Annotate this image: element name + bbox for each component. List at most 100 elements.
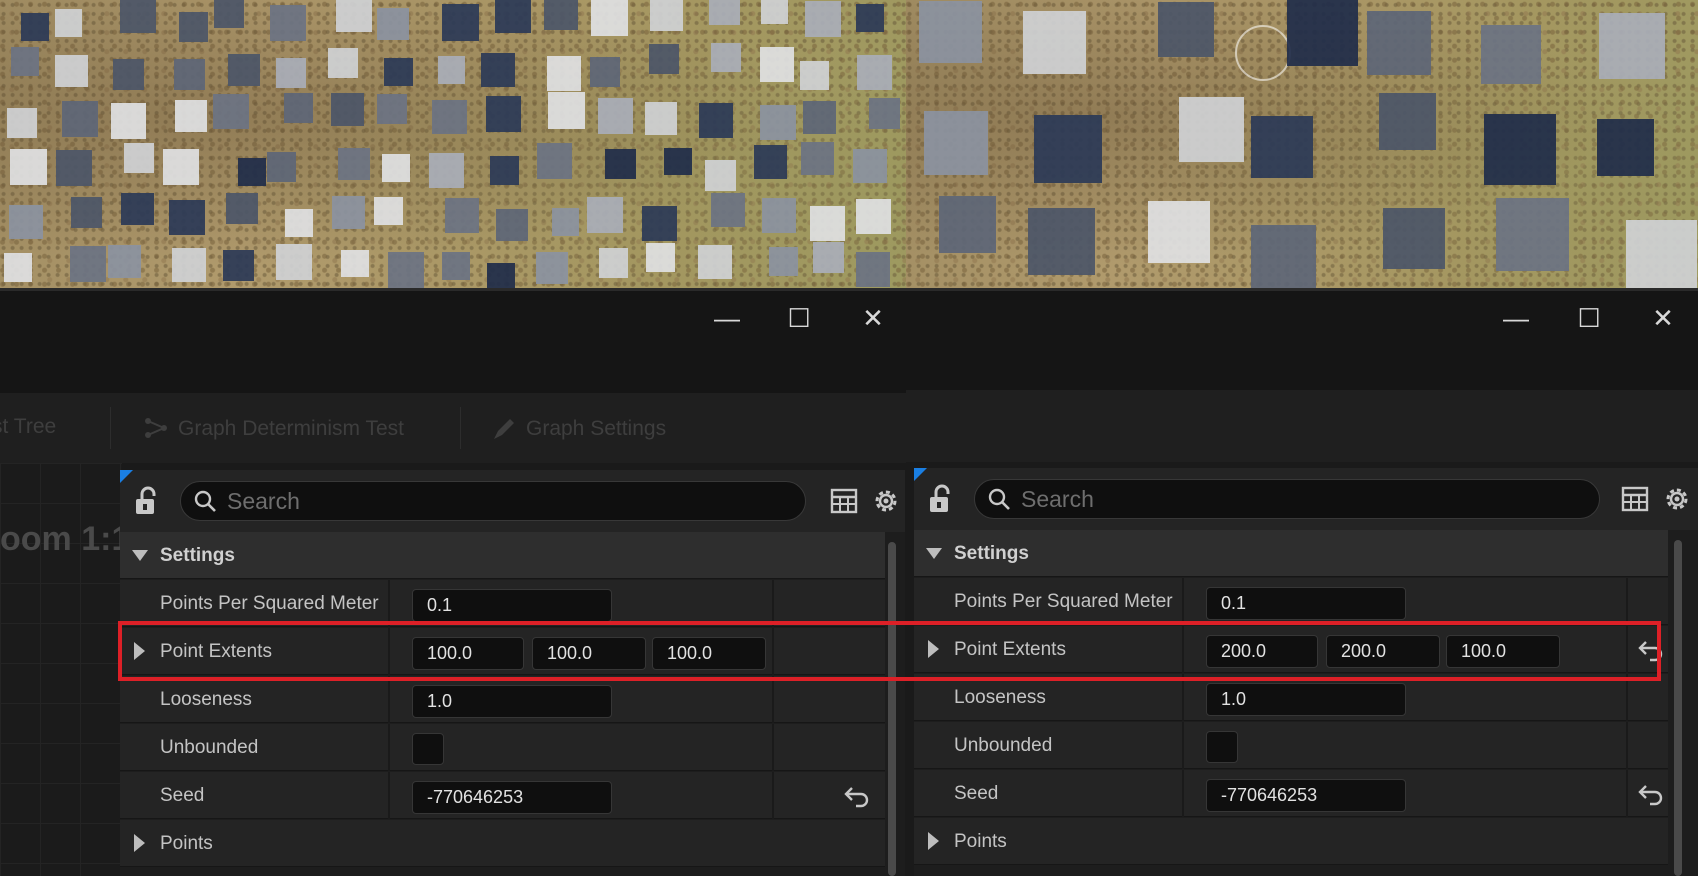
- column-divider: [1182, 722, 1184, 769]
- points-per-squared-meter-field[interactable]: 0.1: [412, 589, 612, 622]
- placed-point-cube: [1027, 208, 1095, 276]
- column-divider: [388, 724, 390, 771]
- close-icon[interactable]: ✕: [856, 301, 890, 335]
- viewport-ground-right[interactable]: [906, 0, 1698, 291]
- placed-point-cube: [939, 196, 996, 253]
- minimize-icon[interactable]: —: [1499, 301, 1533, 335]
- placed-point-cube: [340, 249, 369, 278]
- reset-to-default-icon[interactable]: [844, 784, 870, 808]
- maximize-icon[interactable]: ☐: [1572, 301, 1606, 335]
- placed-point-cube: [1251, 224, 1316, 289]
- placed-point-cube: [855, 198, 892, 235]
- editor-toolbar: st Tree Graph Determinism Test Graph Set…: [0, 393, 906, 463]
- property-label: Seed: [954, 783, 999, 804]
- tab-test-tree[interactable]: st Tree: [0, 415, 56, 439]
- row-seed: Seed -770646253: [120, 772, 885, 819]
- chevron-down-icon[interactable]: [926, 548, 942, 559]
- search-input[interactable]: [1021, 485, 1521, 513]
- unlock-icon[interactable]: [928, 484, 954, 514]
- placed-point-cube: [276, 57, 307, 88]
- placed-point-cube: [800, 61, 829, 90]
- column-divider: [1626, 674, 1628, 721]
- point-extents-z-field[interactable]: 100.0: [1446, 635, 1560, 668]
- chevron-right-icon[interactable]: [134, 834, 145, 852]
- table-view-icon[interactable]: [1620, 484, 1650, 514]
- placed-point-cube: [698, 103, 734, 138]
- reset-to-default-icon[interactable]: [1638, 638, 1664, 662]
- seed-field[interactable]: -770646253: [1206, 779, 1406, 812]
- section-title: Settings: [160, 545, 235, 566]
- placed-point-cube: [487, 263, 516, 291]
- placed-point-cube: [856, 4, 885, 33]
- placed-point-cube: [172, 248, 206, 282]
- looseness-field[interactable]: 1.0: [412, 685, 612, 718]
- search-box[interactable]: [974, 479, 1600, 519]
- details-scrollbar[interactable]: [1672, 534, 1684, 876]
- chevron-right-icon[interactable]: [134, 642, 145, 660]
- tab-graph-determinism-test[interactable]: Graph Determinism Test: [142, 415, 404, 443]
- placed-point-cube: [642, 206, 677, 241]
- seed-field[interactable]: -770646253: [412, 781, 612, 814]
- placed-point-cube: [649, 43, 680, 75]
- point-extents-y-field[interactable]: 100.0: [532, 637, 646, 670]
- placed-point-cube: [8, 204, 43, 240]
- column-divider: [1626, 722, 1628, 769]
- search-box[interactable]: [180, 481, 806, 521]
- placed-point-cube: [496, 209, 528, 241]
- point-extents-x-field[interactable]: 100.0: [412, 637, 524, 670]
- looseness-field[interactable]: 1.0: [1206, 683, 1406, 716]
- section-settings[interactable]: Settings: [914, 530, 1668, 577]
- placed-point-cube: [1598, 12, 1666, 80]
- section-title: Points: [160, 833, 213, 854]
- point-extents-x-field[interactable]: 200.0: [1206, 635, 1318, 668]
- panel-corner-marker: [120, 470, 133, 483]
- details-scrollbar[interactable]: [886, 536, 898, 876]
- points-per-squared-meter-field[interactable]: 0.1: [1206, 587, 1406, 620]
- placed-point-cube: [228, 54, 261, 87]
- chevron-down-icon[interactable]: [132, 550, 148, 561]
- chevron-right-icon[interactable]: [928, 640, 939, 658]
- placed-point-cube: [163, 148, 199, 185]
- column-divider: [1626, 578, 1628, 625]
- placed-point-cube: [709, 0, 740, 25]
- table-view-icon[interactable]: [829, 486, 859, 516]
- row-points-per-squared-meter: Points Per Squared Meter 0.1: [914, 578, 1668, 625]
- search-input[interactable]: [227, 487, 727, 515]
- placed-point-cube: [1625, 219, 1697, 291]
- gear-icon[interactable]: [871, 486, 901, 516]
- chevron-right-icon[interactable]: [928, 832, 939, 850]
- section-points[interactable]: Points: [120, 820, 885, 867]
- gear-icon[interactable]: [1662, 484, 1692, 514]
- placed-point-cube: [222, 249, 254, 281]
- point-extents-y-field[interactable]: 200.0: [1326, 635, 1440, 668]
- placed-point-cube: [335, 0, 372, 33]
- placed-point-cube: [169, 199, 205, 236]
- minimize-icon[interactable]: —: [710, 301, 744, 335]
- maximize-icon[interactable]: ☐: [782, 301, 816, 335]
- placed-point-cube: [644, 101, 678, 135]
- scrollbar-thumb[interactable]: [888, 542, 896, 876]
- reset-to-default-icon[interactable]: [1638, 782, 1664, 806]
- section-points[interactable]: Points: [914, 818, 1668, 865]
- section-settings[interactable]: Settings: [120, 532, 885, 579]
- placed-point-cube: [276, 243, 313, 280]
- placed-point-cube: [809, 206, 845, 242]
- placed-point-cube: [924, 111, 989, 176]
- placed-point-cube: [544, 0, 579, 30]
- placed-point-cube: [551, 208, 580, 236]
- placed-point-cube: [597, 98, 634, 134]
- placed-point-cube: [664, 147, 692, 176]
- unbounded-checkbox[interactable]: [412, 733, 444, 765]
- placed-point-cube: [591, 0, 629, 36]
- placed-point-cube: [1023, 10, 1087, 74]
- placed-point-cube: [1367, 10, 1432, 75]
- close-icon[interactable]: ✕: [1646, 301, 1680, 335]
- scrollbar-thumb[interactable]: [1674, 540, 1682, 876]
- unbounded-checkbox[interactable]: [1206, 731, 1238, 763]
- tab-graph-settings[interactable]: Graph Settings: [490, 415, 666, 443]
- placed-point-cube: [330, 93, 364, 127]
- property-label: Looseness: [160, 689, 252, 710]
- viewport-ground-left[interactable]: [0, 0, 906, 291]
- unlock-icon[interactable]: [134, 486, 160, 516]
- point-extents-z-field[interactable]: 100.0: [652, 637, 766, 670]
